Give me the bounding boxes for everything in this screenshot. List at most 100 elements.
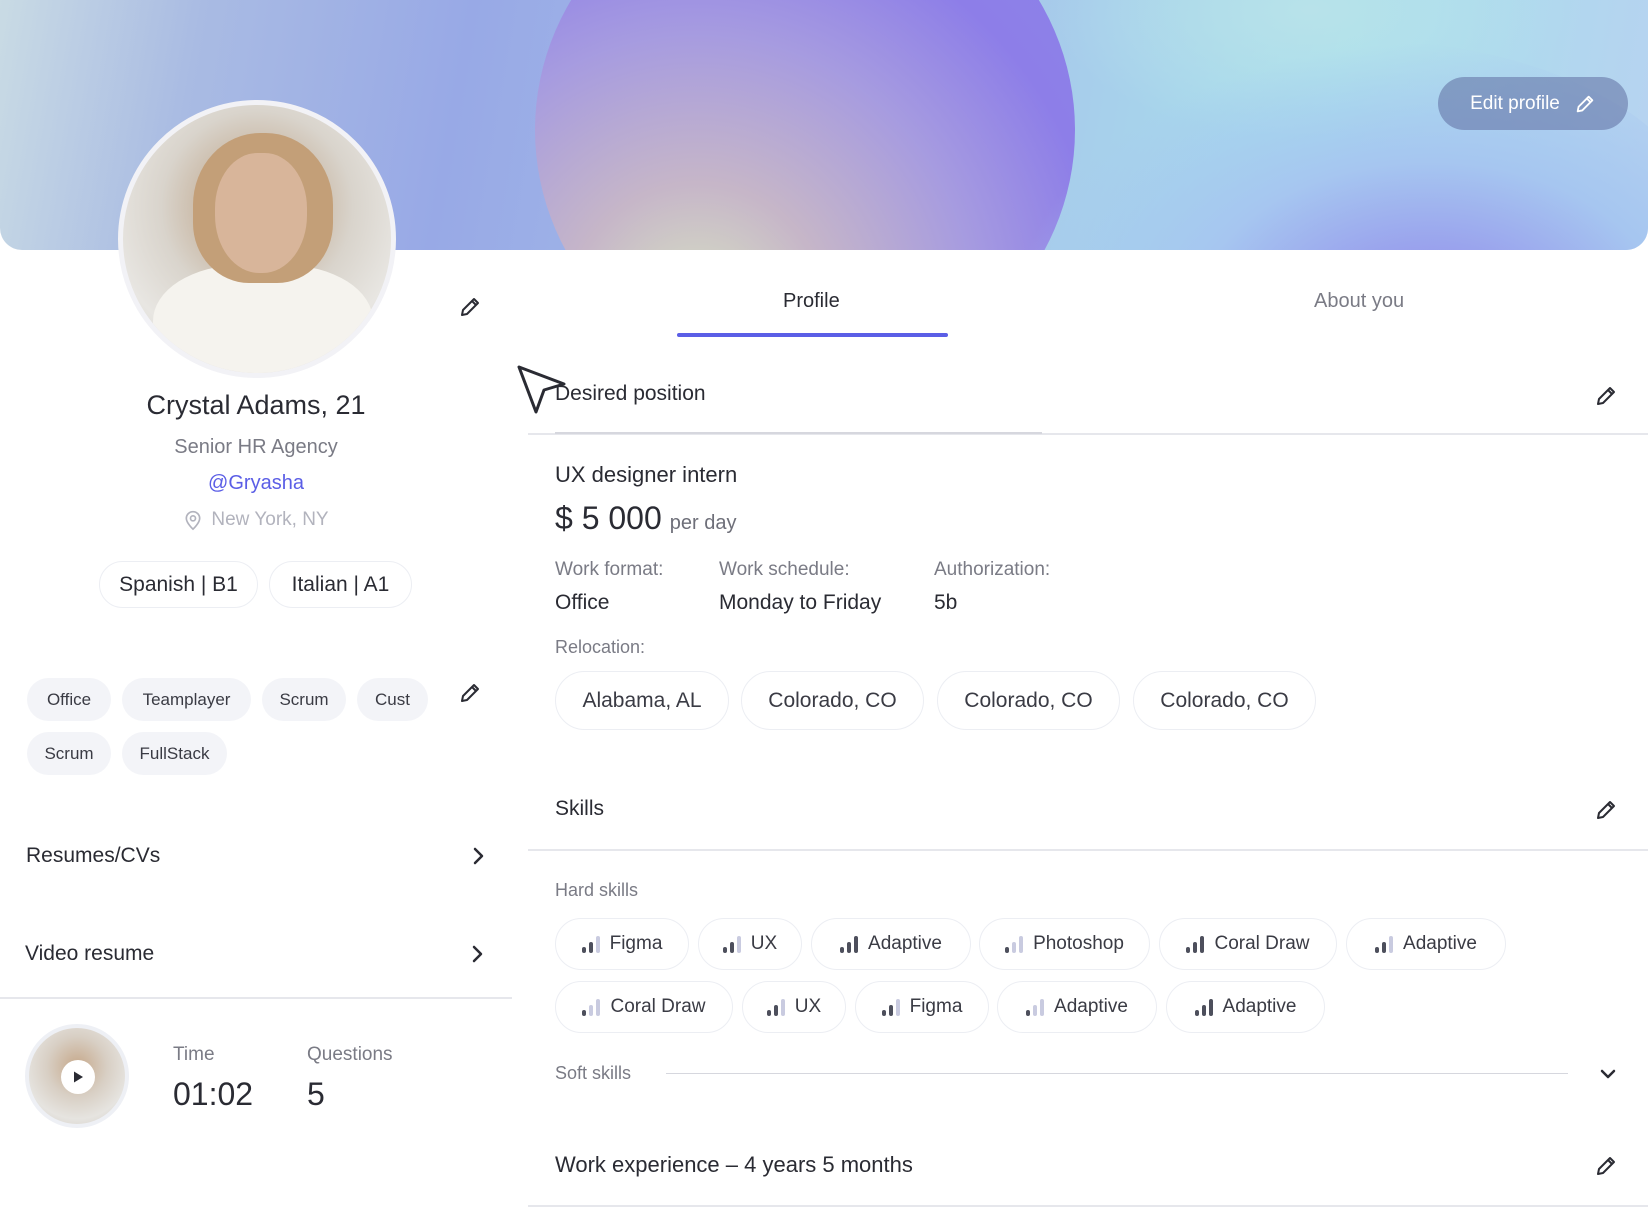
signal-bar: [1382, 942, 1387, 953]
work-format-label: Work format:: [555, 559, 664, 580]
time-value: 01:02: [173, 1076, 254, 1112]
skill-chip: Photoshop: [979, 918, 1150, 970]
desired-position-title: Desired position: [555, 382, 706, 405]
skill-chip: Figma: [555, 918, 689, 970]
signal-bars-icon: [1186, 935, 1205, 953]
relocation-chip: Colorado, CO: [741, 671, 924, 730]
skill-chip: Adaptive: [1346, 918, 1506, 970]
avatar-face: [215, 153, 307, 273]
signal-bar: [1200, 936, 1205, 953]
location-text: New York, NY: [211, 509, 329, 530]
signal-bar: [589, 1005, 594, 1016]
signal-bar: [1026, 1010, 1031, 1016]
signal-bars-icon: [1375, 935, 1394, 953]
signal-bar: [736, 936, 741, 953]
profile-handle[interactable]: @Gryasha: [0, 472, 512, 495]
profile-location: New York, NY: [0, 509, 512, 531]
relocation-chip: Alabama, AL: [555, 671, 729, 730]
authorization-value: 5b: [934, 591, 958, 614]
avatar[interactable]: [118, 100, 396, 378]
edit-profile-button[interactable]: Edit profile: [1438, 77, 1628, 130]
signal-bar: [729, 942, 734, 953]
work-experience-title: Work experience – 4 years 5 months: [555, 1152, 913, 1177]
chevron-down-icon: [1600, 1069, 1616, 1079]
profile-role: Senior HR Agency: [174, 436, 338, 458]
tab-profile[interactable]: Profile: [783, 290, 840, 313]
play-icon: [74, 1071, 83, 1083]
signal-bar: [1033, 1005, 1038, 1016]
chevron-right-icon: [472, 945, 483, 963]
pencil-icon: [461, 298, 479, 316]
relocation-label: Relocation:: [555, 637, 646, 657]
skill-label: UX: [794, 996, 822, 1017]
edit-skills-button[interactable]: [1593, 797, 1619, 823]
work-schedule-value: Monday to Friday: [719, 591, 882, 614]
video-resume-row[interactable]: Video resume: [25, 942, 485, 966]
signal-bars-icon: [582, 998, 601, 1016]
skill-label: Adaptive: [1403, 933, 1477, 954]
skill-label: Adaptive: [868, 933, 942, 954]
soft-skills-label: Soft skills: [555, 1063, 632, 1083]
edit-avatar-button[interactable]: [457, 294, 483, 320]
edit-tags-button[interactable]: [457, 680, 483, 706]
signal-bar: [847, 942, 852, 953]
pencil-icon: [1576, 95, 1594, 112]
skill-chip: Adaptive: [997, 981, 1157, 1033]
pencil-icon: [1597, 801, 1615, 819]
skill-chip: Coral Draw: [555, 981, 733, 1033]
signal-bar: [1208, 999, 1213, 1016]
skill-chip: UX: [698, 918, 802, 970]
tag-chip: Scrum: [262, 678, 346, 721]
signal-bar: [595, 936, 600, 953]
soft-skills-toggle[interactable]: [1595, 1061, 1621, 1087]
skill-chip: Figma: [855, 981, 989, 1033]
relocation-chip: Colorado, CO: [1133, 671, 1316, 730]
sidebar-divider: [0, 997, 512, 999]
tag-chip: Teamplayer: [122, 678, 251, 721]
signal-bar: [888, 1005, 893, 1016]
skill-label: Photoshop: [1033, 933, 1124, 954]
signal-bar: [766, 1010, 771, 1016]
skill-label: Figma: [909, 996, 963, 1017]
tag-chip: Cust: [357, 678, 428, 721]
play-button[interactable]: [61, 1060, 95, 1094]
time-label: Time: [173, 1044, 215, 1065]
signal-bar: [588, 942, 593, 953]
skill-chip: UX: [742, 981, 846, 1033]
skill-label: Figma: [609, 933, 663, 954]
authorization-label: Authorization:: [934, 559, 1051, 580]
section-divider: [528, 1205, 1648, 1207]
signal-bars-icon: [881, 998, 900, 1016]
pencil-icon: [1597, 1157, 1615, 1175]
language-chip: Italian | A1: [269, 561, 412, 608]
salary-amount: $ 5 000: [555, 500, 662, 536]
salary: $ 5 000 per day: [555, 500, 736, 537]
tag-chip: FullStack: [122, 732, 227, 775]
signal-bars-icon: [581, 935, 600, 953]
video-resume-label: Video resume: [25, 942, 155, 965]
signal-bars-icon: [1026, 998, 1045, 1016]
signal-bar: [1193, 942, 1198, 953]
salary-unit: per day: [669, 512, 737, 534]
resumes-row[interactable]: Resumes/CVs: [26, 844, 486, 868]
edit-experience-button[interactable]: [1593, 1153, 1619, 1179]
profile-name: Crystal Adams, 21: [146, 390, 366, 420]
skill-label: Coral Draw: [610, 996, 706, 1017]
tab-about-you[interactable]: About you: [1314, 290, 1404, 313]
signal-bar: [780, 999, 785, 1016]
questions-value: 5: [307, 1076, 325, 1112]
skill-label: UX: [750, 933, 778, 954]
signal-bar: [1186, 947, 1191, 953]
pencil-icon: [461, 684, 479, 702]
signal-bar: [1194, 1010, 1199, 1016]
signal-bar: [1040, 999, 1045, 1016]
job-title: UX designer intern: [555, 462, 738, 487]
signal-bar: [854, 936, 859, 953]
section-divider-accent: [555, 432, 1042, 434]
active-tab-indicator: [677, 333, 948, 337]
video-thumbnail[interactable]: [25, 1024, 129, 1128]
work-format-value: Office: [555, 591, 610, 614]
skill-chip: Coral Draw: [1159, 918, 1337, 970]
edit-desired-position-button[interactable]: [1593, 383, 1619, 409]
skill-chip: Adaptive: [1166, 981, 1325, 1033]
